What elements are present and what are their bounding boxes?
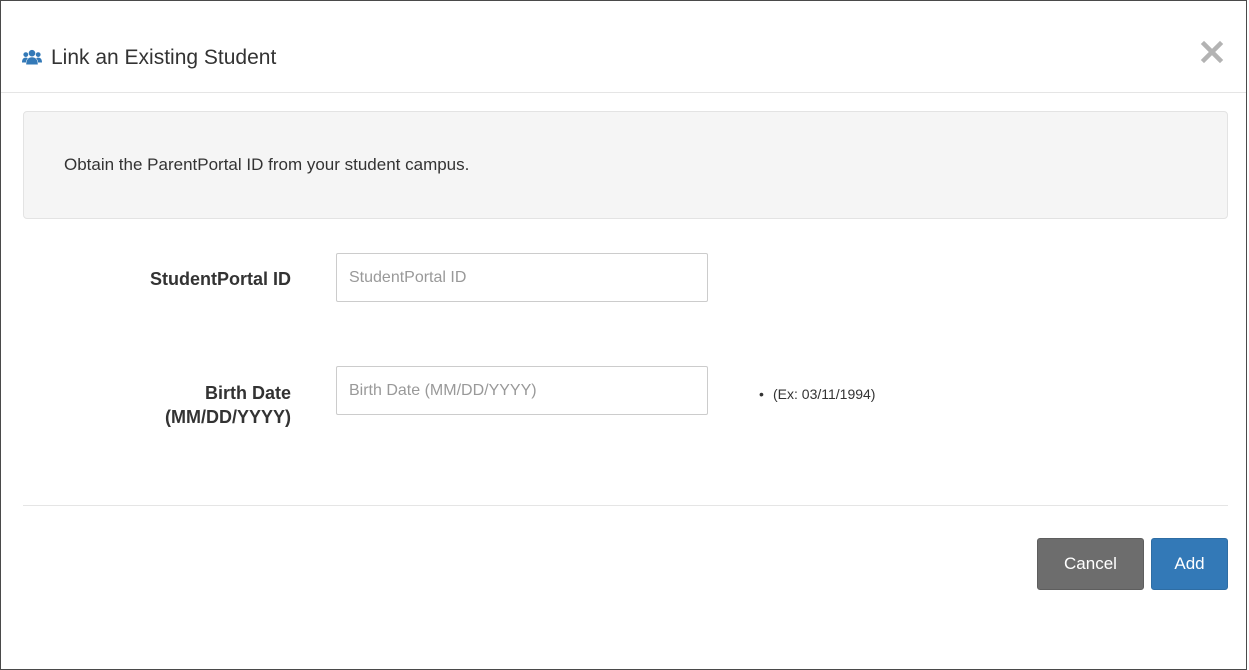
birth-date-label: Birth Date (MM/DD/YYYY) [61, 381, 291, 429]
close-icon[interactable] [1199, 39, 1225, 65]
birth-date-hint-text: (Ex: 03/11/1994) [773, 386, 876, 402]
footer-divider [23, 505, 1228, 506]
birth-date-label-line1: Birth Date [204, 383, 291, 403]
dialog-title: Link an Existing Student [51, 46, 277, 69]
info-panel: Obtain the ParentPortal ID from your stu… [23, 111, 1228, 219]
student-portal-id-label: StudentPortal ID [149, 269, 291, 289]
add-button[interactable]: Add [1151, 538, 1228, 590]
birth-date-hint: • (Ex: 03/11/1994) [759, 385, 875, 403]
birth-date-label-line2: (MM/DD/YYYY) [165, 407, 291, 427]
users-icon [22, 49, 42, 65]
dialog-header: Link an Existing Student [1, 1, 1246, 93]
link-student-dialog: Link an Existing Student Obtain the Pare… [0, 0, 1247, 670]
student-portal-id-input[interactable] [336, 253, 708, 302]
info-message: Obtain the ParentPortal ID from your stu… [64, 155, 470, 174]
birth-date-input[interactable] [336, 366, 708, 415]
bullet-icon: • [759, 386, 764, 402]
cancel-button[interactable]: Cancel [1037, 538, 1144, 590]
